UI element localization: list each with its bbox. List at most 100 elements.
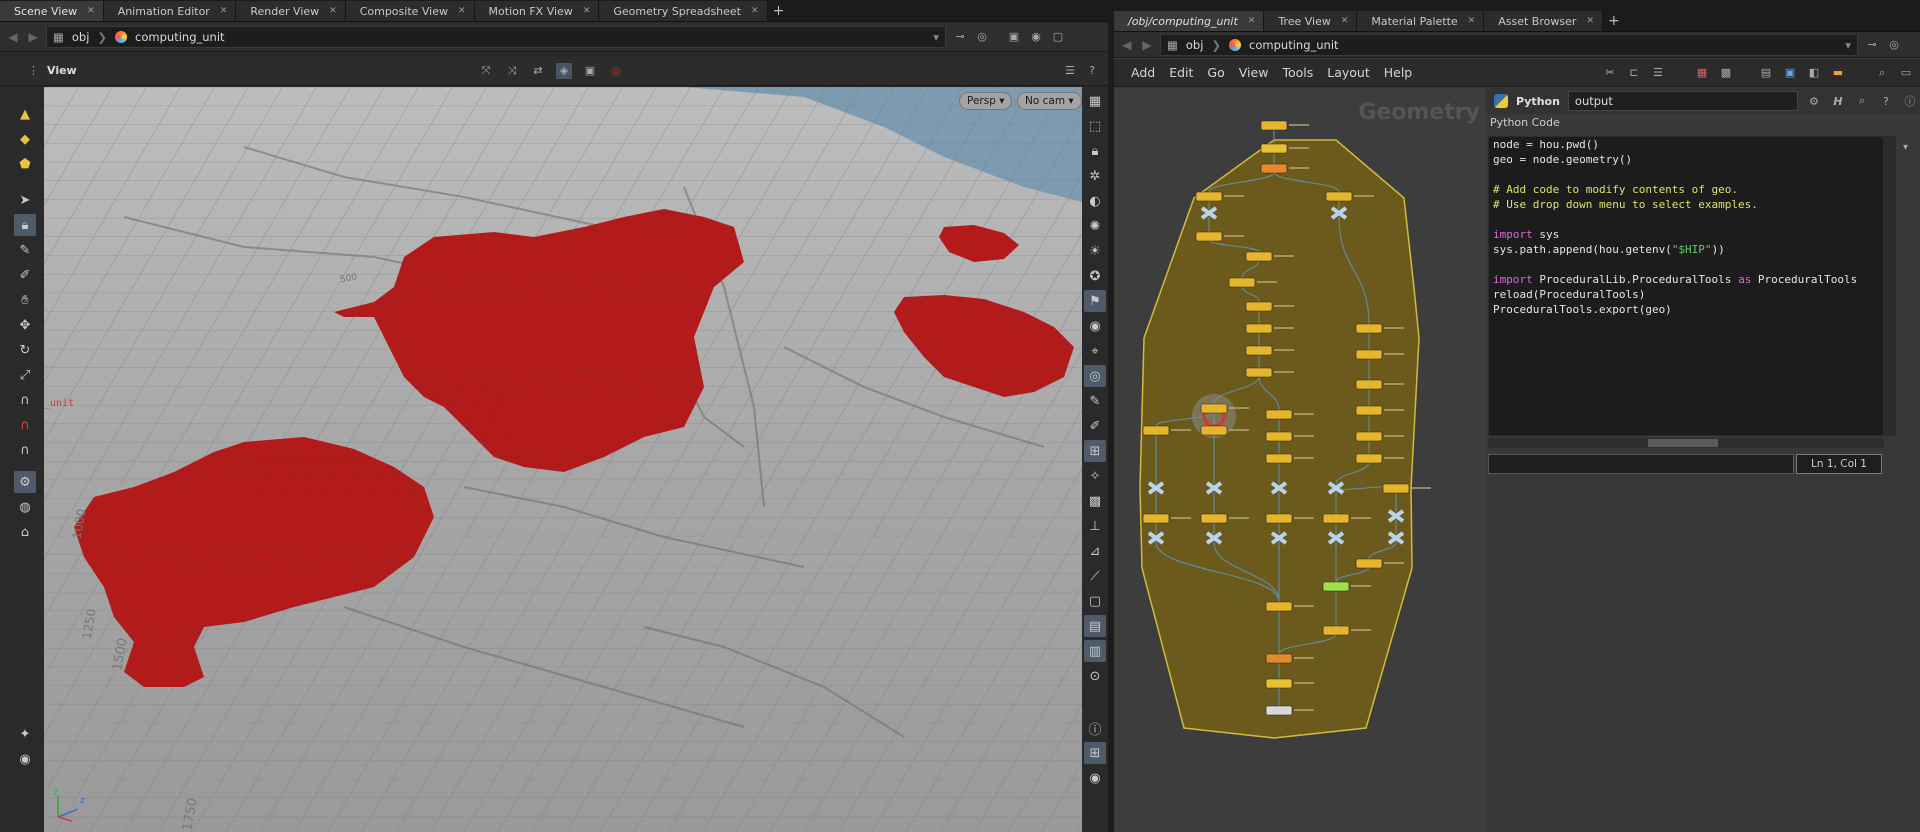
measure-icon[interactable]: ⊿ [1084,540,1106,562]
camera-view-icon[interactable]: ⌖ [1084,340,1106,362]
select-through-icon[interactable]: ⤨ [504,63,520,79]
light-icon[interactable]: ✺ [1084,215,1106,237]
node-name-field[interactable]: output [1567,91,1798,111]
select-tool-icon[interactable]: ➤ [14,189,36,211]
path-dropdown-icon[interactable]: ▾ [1845,38,1851,52]
network-tab-2[interactable]: Material Palette ✕ [1357,11,1485,31]
code-vscrollbar[interactable] [1884,136,1896,436]
back-arrow-icon[interactable]: ◀ [1120,38,1134,52]
handle-icon[interactable]: ⚙ [14,471,36,493]
search-icon[interactable]: ⌕ [1854,93,1870,109]
maximize-icon[interactable]: ▢ [1050,29,1066,45]
color-icon[interactable]: ▣ [1782,65,1798,81]
code-options-arrow-icon[interactable]: ▾ [1903,142,1908,153]
close-tab-icon[interactable]: ✕ [87,6,95,16]
pin-icon[interactable]: ⊸ [952,29,968,45]
menu-item-tools[interactable]: Tools [1275,65,1320,80]
secure-selection-icon[interactable]: ⇄ [530,63,546,79]
close-tab-icon[interactable]: ✕ [1341,16,1349,26]
close-tab-icon[interactable]: ✕ [1468,16,1476,26]
pin-view-icon[interactable]: ⊙ [1084,665,1106,687]
persp-button[interactable]: Persp ▾ [959,92,1013,110]
back-arrow-icon[interactable]: ◀ [6,30,20,44]
shade-icon[interactable]: ◐ [1084,190,1106,212]
add-tab-icon[interactable]: + [768,1,790,21]
view-tool-icon[interactable]: ◍ [14,496,36,518]
camera-settings-icon[interactable]: ◉ [1028,29,1044,45]
paint-icon[interactable]: ✐ [14,264,36,286]
3d-viewport[interactable]: 500 1000 1250 1500 1750 _unit Persp ▾ No… [44,87,1082,832]
forward-arrow-icon[interactable]: ▶ [26,30,40,44]
tile-icon[interactable]: ▤ [1758,65,1774,81]
forward-arrow-icon[interactable]: ▶ [1140,38,1154,52]
grid-toggle-icon[interactable]: ⊞ [1084,440,1106,462]
network-tab-3[interactable]: Asset Browser ✕ [1484,11,1603,31]
path-root[interactable]: obj [1186,38,1204,52]
light-bulb-icon[interactable]: ☀ [1084,240,1106,262]
stamp-icon[interactable]: ▩ [1084,490,1106,512]
wire-icon[interactable]: ✲ [1084,165,1106,187]
image-icon[interactable]: ◧ [1806,65,1822,81]
python-code[interactable]: node = hou.pwd() geo = node.geometry() # A… [1493,137,1879,317]
camera-button[interactable]: No cam ▾ [1017,92,1082,110]
menu-item-go[interactable]: Go [1200,65,1231,80]
python-code-editor[interactable]: node = hou.pwd() geo = node.geometry() # A… [1488,136,1884,436]
link-icon[interactable]: ◎ [974,29,990,45]
knife-icon[interactable]: ⟋ [1084,565,1106,587]
tools-icon[interactable]: ✂ [1602,65,1618,81]
close-tab-icon[interactable]: ✕ [751,6,759,16]
screen-icon[interactable]: ▭ [1898,65,1914,81]
scene-tab-1[interactable]: Animation Editor ✕ [103,1,237,21]
network-editor[interactable]: Geometry [1114,88,1486,832]
primitive-icon[interactable]: ⬟ [14,153,36,175]
link-icon[interactable]: ◎ [1886,37,1902,53]
scene-tab-2[interactable]: Render View ✕ [236,1,346,21]
display-icon[interactable]: ▦ [1084,90,1106,112]
scene-tab-5[interactable]: Geometry Spreadsheet ✕ [599,1,768,21]
move-icon[interactable]: ✥ [14,314,36,336]
layout-icon[interactable]: ▣ [1006,29,1022,45]
ruler-icon[interactable]: ⊥ [1084,515,1106,537]
pose-icon[interactable]: ✦ [14,723,36,745]
lock-icon[interactable]: 🔒︎ [14,214,36,236]
magnet-red-icon[interactable]: ∩ [14,414,36,436]
scene-tab-4[interactable]: Motion FX View ✕ [474,1,600,21]
wireframe-icon[interactable]: ◈ [556,62,572,79]
shaded-icon[interactable]: ▣ [582,63,598,79]
list-icon[interactable]: ☰ [1650,65,1666,81]
quad-view-icon[interactable]: ⊞ [1084,742,1106,764]
image-icon[interactable]: ▥ [1084,640,1106,662]
search-icon[interactable]: ⌕ [1874,65,1890,81]
pin-icon[interactable]: ⊸ [1864,37,1880,53]
magnet-alt-icon[interactable]: ∩ [14,439,36,461]
wand-icon[interactable]: ✧ [1084,465,1106,487]
flag-icon[interactable]: ⚑ [1084,290,1106,312]
eye-icon[interactable]: ◉ [1084,315,1106,337]
close-tab-icon[interactable]: ✕ [1248,16,1256,26]
menu-item-view[interactable]: View [1232,65,1276,80]
box-icon[interactable]: ▢ [1084,590,1106,612]
brush-icon[interactable]: ✎ [14,239,36,261]
brush-alt-icon[interactable]: ✐ [1084,415,1106,437]
left-path-breadcrumb[interactable]: ▦ obj ❯ computing_unit ▾ [46,25,946,48]
code-hscrollbar[interactable] [1488,438,1884,448]
path-node[interactable]: computing_unit [1249,38,1338,52]
gear-icon[interactable]: ⚙ [1806,93,1822,109]
scale-icon[interactable]: ⤢ [14,364,36,386]
scene-tab-3[interactable]: Composite View ✕ [345,1,475,21]
hand-icon[interactable]: ✋︎ [14,289,36,311]
scroll-thumb[interactable] [1648,439,1718,447]
python-console-input[interactable] [1488,454,1794,474]
add-tab-icon[interactable]: + [1603,11,1625,31]
info-icon[interactable]: ⓘ [1084,717,1106,739]
path-root[interactable]: obj [72,30,90,44]
display-options-icon[interactable]: ☰ [1062,63,1078,79]
vertex-icon[interactable]: ▲ [14,103,36,125]
scene-tab-0[interactable]: Scene View ✕ [0,1,104,21]
close-tab-icon[interactable]: ✕ [329,6,337,16]
ghost-icon[interactable]: ⬚ [1084,115,1106,137]
close-tab-icon[interactable]: ✕ [458,6,466,16]
help-icon[interactable]: ? [1878,93,1894,109]
pen-icon[interactable]: ✎ [1084,390,1106,412]
menu-item-help[interactable]: Help [1377,65,1420,80]
